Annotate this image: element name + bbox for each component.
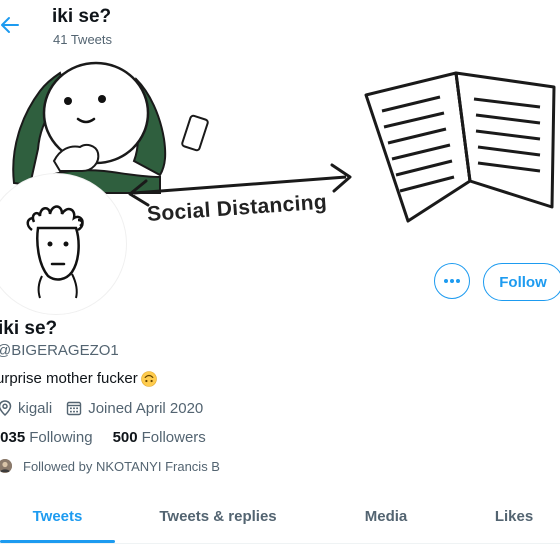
tab-media[interactable]: Media — [330, 490, 442, 543]
followers-label: Followers — [141, 428, 206, 446]
followed-by-row[interactable]: Followed by NKOTANYI Francis B — [0, 456, 220, 476]
active-tab-indicator — [0, 540, 115, 543]
tab-tweets[interactable]: Tweets — [0, 490, 115, 543]
joined-item: Joined April 2020 — [66, 400, 203, 417]
followers-count: 500 — [112, 428, 138, 446]
follow-button[interactable]: Follow — [483, 263, 560, 301]
tab-likes[interactable]: Likes — [468, 490, 560, 543]
location-pin-icon — [0, 400, 12, 416]
profile-display-name: iki se? — [0, 318, 58, 339]
header-title: iki se? — [52, 6, 112, 27]
following-count: ,035 — [0, 428, 26, 446]
profile-handle: @BIGERAGEZO1 — [0, 342, 119, 359]
more-horizontal-icon — [444, 279, 460, 283]
joined-text: Joined April 2020 — [88, 399, 204, 417]
follow-stats: ,035Following 500Followers — [0, 427, 206, 447]
back-arrow-icon — [1, 17, 19, 33]
location-item: kigali — [0, 400, 52, 417]
bio-text: urprise mother fucker — [0, 370, 138, 387]
profile-header: iki se? 41 Tweets — [0, 0, 560, 54]
following-link[interactable]: ,035Following — [0, 429, 93, 446]
following-label: Following — [29, 428, 93, 446]
profile-bio: urprise mother fucker — [0, 370, 157, 387]
profile-page: iki se? 41 Tweets Social Distancing Foll… — [0, 0, 560, 547]
profile-meta: kigali Joined April 2020 — [0, 398, 203, 418]
follower-avatar — [0, 459, 12, 473]
tweet-count: 41 Tweets — [53, 32, 113, 47]
followers-link[interactable]: 500 Followers — [113, 429, 206, 446]
tab-tweets-and-replies[interactable]: Tweets & replies — [140, 490, 296, 543]
avatar-doodle-face — [0, 178, 122, 310]
calendar-icon — [66, 401, 82, 416]
back-button[interactable] — [0, 12, 22, 38]
upside-down-face-emoji-icon — [140, 370, 157, 387]
followed-by-text: Followed by NKOTANYI Francis B — [23, 458, 220, 474]
profile-tabs: Tweets Tweets & replies Media Likes — [0, 490, 560, 544]
location-text: kigali — [18, 399, 53, 417]
more-options-button[interactable] — [434, 263, 470, 299]
